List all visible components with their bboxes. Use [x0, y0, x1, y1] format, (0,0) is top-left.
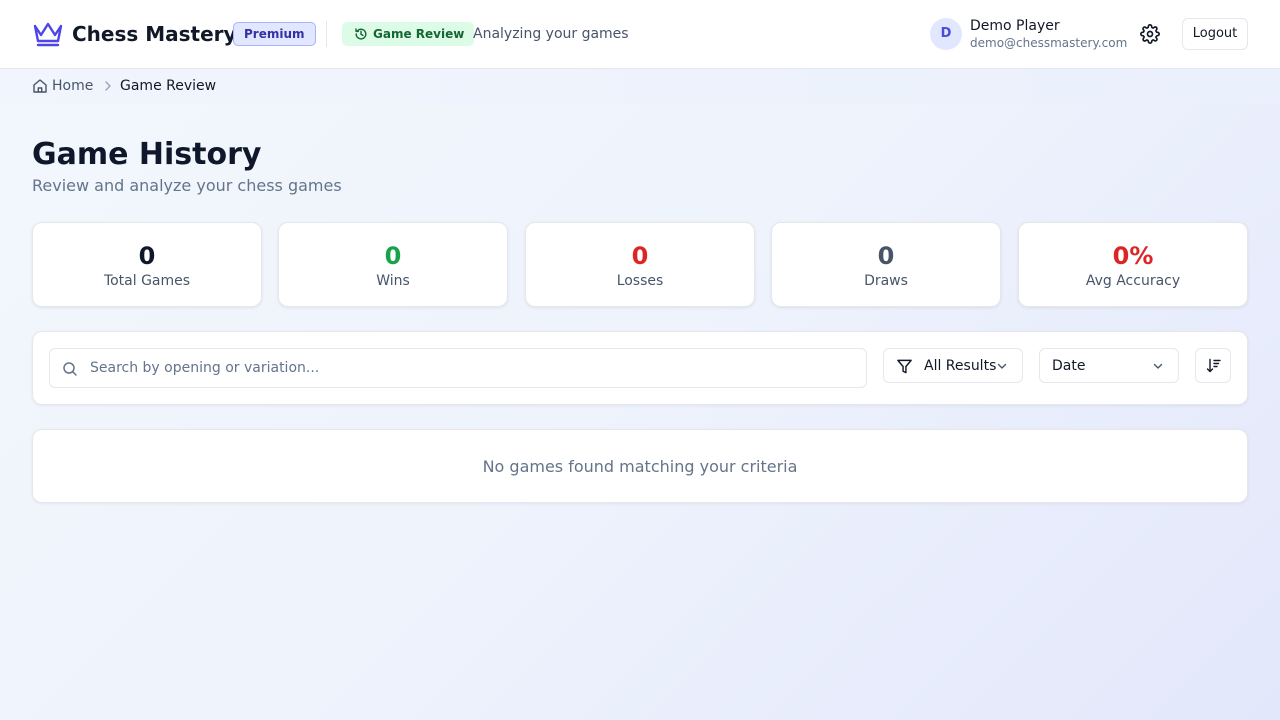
stat-label: Avg Accuracy — [1085, 273, 1181, 289]
header-divider — [326, 21, 327, 47]
history-icon — [355, 28, 367, 40]
stat-label: Wins — [376, 273, 410, 289]
breadcrumb-current: Game Review — [120, 78, 217, 94]
stat-card-losses: 0 Losses — [525, 222, 755, 307]
crown-icon[interactable] — [32, 20, 64, 48]
section-pill: Game Review — [342, 22, 475, 46]
stat-card-total-games: 0 Total Games — [32, 222, 262, 307]
sort-descending-icon — [1206, 358, 1221, 373]
stat-card-avg-accuracy: 0% Avg Accuracy — [1018, 222, 1248, 307]
page-title: Game History — [32, 137, 262, 172]
user-name: Demo Player — [970, 18, 1060, 34]
sort-direction-button[interactable] — [1195, 348, 1231, 383]
stat-value: 0% — [1112, 242, 1154, 270]
search-icon — [63, 362, 77, 376]
stat-label: Total Games — [103, 273, 191, 289]
stat-value: 0 — [384, 242, 402, 270]
user-email: demo@chessmastery.com — [970, 36, 1128, 50]
premium-badge: Premium — [233, 22, 316, 46]
filter-icon — [897, 359, 912, 374]
stat-value: 0 — [877, 242, 895, 270]
stat-value: 0 — [138, 242, 156, 270]
search-input[interactable] — [90, 349, 860, 387]
result-filter-select[interactable]: All Results — [883, 348, 1023, 383]
gear-icon[interactable] — [1140, 24, 1160, 44]
header-subtitle: Analyzing your games — [473, 26, 629, 42]
stat-label: Draws — [864, 273, 908, 289]
result-filter-value: All Results — [924, 358, 997, 374]
breadcrumb: Home Game Review — [0, 69, 1280, 104]
search-box — [49, 348, 867, 388]
chevron-right-icon — [105, 81, 111, 91]
app-header: Chess Mastery Premium Game Review Analyz… — [0, 0, 1280, 69]
stat-value: 0 — [631, 242, 649, 270]
chevron-down-icon — [997, 363, 1007, 369]
breadcrumb-home-link[interactable]: Home — [52, 77, 93, 95]
stat-card-wins: 0 Wins — [278, 222, 508, 307]
sort-by-select[interactable]: Date — [1039, 348, 1179, 383]
logout-button[interactable]: Logout — [1182, 18, 1248, 50]
chevron-down-icon — [1153, 363, 1163, 369]
stat-label: Losses — [616, 273, 664, 289]
section-pill-label: Game Review — [373, 27, 465, 41]
games-list-empty: No games found matching your criteria — [32, 429, 1248, 503]
brand-name[interactable]: Chess Mastery — [72, 20, 237, 48]
sort-by-value: Date — [1052, 358, 1086, 374]
home-icon[interactable] — [32, 78, 48, 94]
avatar[interactable]: D — [930, 18, 962, 50]
page-subtitle: Review and analyze your chess games — [32, 176, 342, 195]
stat-card-draws: 0 Draws — [771, 222, 1001, 307]
filter-panel: All Results Date — [32, 331, 1248, 405]
empty-state-text: No games found matching your criteria — [482, 457, 798, 476]
